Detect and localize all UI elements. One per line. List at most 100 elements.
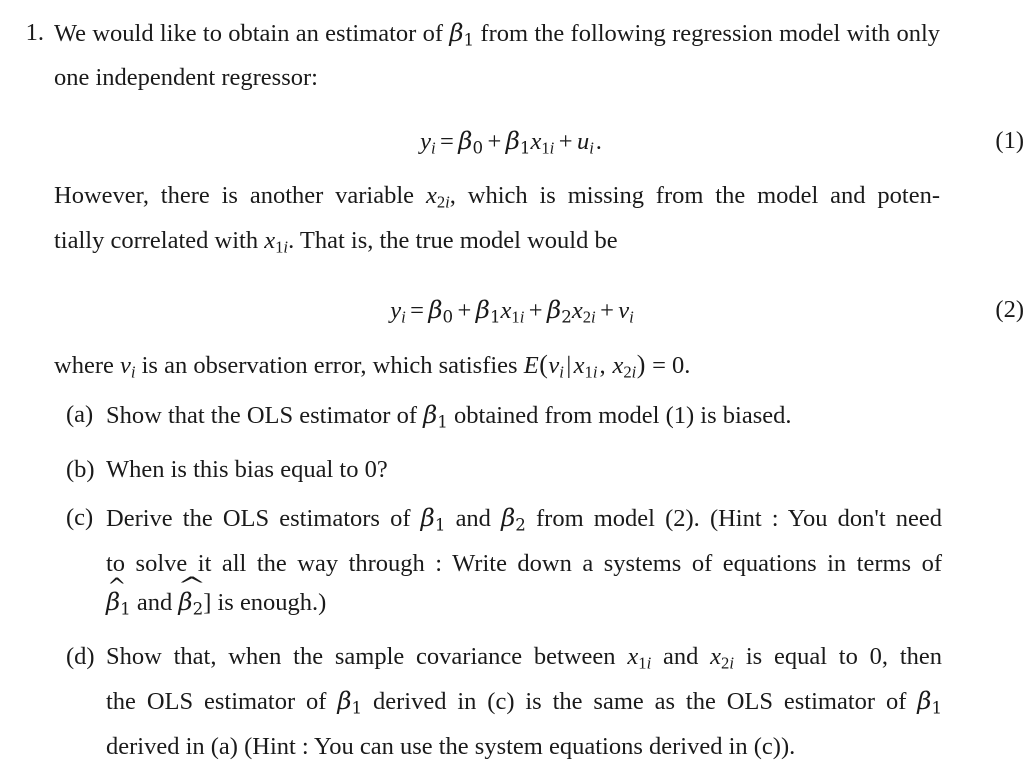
wide-hat-accent-icon: ^ (176, 573, 207, 599)
subquestion-d-line-1: Show that, when the sample covariance be… (106, 638, 942, 682)
however-text-tail: , which is missing from the model and po… (449, 182, 941, 210)
d-text-part-2: is equal to 0, then (745, 642, 943, 670)
c-beta-1: β1 (420, 503, 446, 535)
beta-1-symbol: β1 (449, 18, 475, 50)
equation-1-expression: yi = β0 + β1x1i + ui. (0, 119, 1024, 170)
equation-2-block: yi = β0 + β1x1i + β2x2i + vi (2) (0, 288, 1024, 332)
subquestion-c: (c) Derive the OLS estimators of β1 and … (0, 499, 1024, 628)
however-text: However, there is another variable (54, 182, 415, 210)
eq2-beta-2: β2 (547, 294, 572, 327)
d-text-part-1: Show that, when the sample covariance be… (106, 642, 616, 670)
problem-intro-line-1: We would like to obtain an estimator of … (54, 18, 891, 50)
cond-close-paren: ) (636, 349, 646, 379)
problem-intro-row: 1. We would like to obtain an estimator … (0, 14, 1024, 97)
a-beta-1: β1 (423, 400, 448, 432)
eq1-period: . (595, 128, 602, 156)
subquestion-d-text: Show that, when the sample covariance be… (106, 638, 942, 766)
subquestion-a: (a) Show that the OLS estimator of β1 ob… (0, 396, 1024, 441)
eq1-equals: = (440, 128, 454, 156)
x-1i-symbol-inline: x1i (264, 226, 289, 256)
subquestion-d-line-2: the OLS estimator of β1 derived in (c) i… (106, 682, 942, 727)
cond-v-i: vi (548, 351, 564, 382)
subquestion-b: (b) When is this bias equal to 0? (0, 451, 1024, 489)
tially-text-tail: . That is, the true model would be (288, 226, 618, 254)
subquestion-d-marker: (d) (66, 642, 95, 670)
eq1-y: yi (420, 128, 436, 158)
paragraph-after-eq1-line-1: However, there is another variable x2i, … (54, 177, 940, 221)
c-beta-2: β2 (501, 503, 526, 535)
c-beta-1-hat: ^ β1 (106, 573, 131, 618)
cond-open-paren: ( (539, 349, 548, 379)
eq1-u-i: ui (576, 128, 594, 158)
eq2-v-i: vi (618, 296, 634, 327)
hat-accent-icon: ^ (107, 573, 127, 600)
c-beta-2-hat: ^ β2 (176, 573, 207, 618)
eq2-x-2i: x2i (571, 296, 596, 327)
eq2-y: yi (390, 296, 406, 327)
c-text-part-1: Derive the OLS estimators of (106, 505, 411, 533)
subquestion-d: (d) Show that, when the sample covarianc… (0, 638, 1024, 766)
intro-text-part-2: from the following regression model with (480, 20, 891, 47)
subquestion-a-text: Show that the OLS estimator of β1 obtain… (106, 396, 942, 441)
paragraph-after-eq1-row: However, there is another variable x2i, … (0, 177, 1024, 266)
v-i-symbol-inline: vi (119, 351, 136, 382)
subquestion-c-line-1: Derive the OLS estimators of β1 and β2 f… (106, 499, 942, 544)
eq1-plus-1: + (487, 128, 502, 156)
eq2-plus-3: + (600, 296, 614, 324)
paragraph-after-eq1-line-2: tially correlated with x1i. That is, the… (54, 222, 940, 266)
problem-intro-text: We would like to obtain an estimator of … (54, 14, 940, 97)
subquestion-c-line-3: ^ β1 and ^ β2] is enough.) (106, 573, 942, 628)
intro-text-part-1: We would like to obtain an estimator of (54, 20, 444, 47)
problem-1: 1. We would like to obtain an estimator … (0, 14, 1024, 391)
d-text-part-4: derived in (c) is the same as the OLS es… (373, 688, 907, 716)
eq2-plus-2: + (528, 296, 543, 324)
where-text: where (54, 351, 114, 379)
subquestion-c-line-2: to solve it all the way through : Write … (106, 549, 942, 577)
d-beta-1-a: β1 (337, 686, 363, 718)
subquestion-c-marker: (c) (66, 504, 94, 532)
subquestion-c-text: Derive the OLS estimators of β1 and β2 f… (106, 499, 942, 628)
document-page: 1. We would like to obtain an estimator … (0, 0, 1024, 774)
eq2-plus-1: + (457, 296, 472, 324)
subquestion-b-text: When is this bias equal to 0? (106, 456, 388, 484)
subquestion-d-line-3: derived in (a) (Hint : You can use the s… (106, 732, 796, 760)
eq1-plus-2: + (558, 128, 573, 156)
conditional-bar: | (566, 351, 572, 379)
a-text-part-1: Show that the OLS estimator of (106, 402, 417, 429)
problem-number: 1. (25, 19, 44, 46)
eq2-equals: = (410, 296, 424, 324)
d-text-part-3: the OLS estimator of (106, 688, 327, 716)
d-x-2i: x2i (710, 642, 735, 673)
equation-2-number: (2) (995, 295, 1024, 323)
equation-1-block: yi = β0 + β1x1i + ui. (1) (0, 119, 1024, 163)
eq1-beta-0: β0 (458, 126, 484, 158)
subquestion-b-marker: (b) (66, 456, 95, 484)
cond-comma: , (599, 351, 606, 379)
eq2-beta-1: β1 (475, 294, 501, 327)
a-text-part-2: obtained from model (1) is biased. (454, 402, 792, 429)
paragraph-after-eq2-row: where vi is an observation error, which … (0, 346, 1024, 391)
d-x-1i: x1i (627, 642, 652, 673)
equation-2-expression: yi = β0 + β1x1i + β2x2i + vi (0, 288, 1024, 339)
equation-1-number: (1) (995, 127, 1024, 155)
tially-text: tially correlated with (54, 226, 259, 254)
cond-x-1i: x1i (573, 351, 598, 382)
c-text-part-3: ] is enough.) (203, 588, 327, 616)
c-and-2: and (136, 588, 173, 616)
d-beta-1-b: β1 (917, 686, 943, 718)
subquestion-list: (a) Show that the OLS estimator of β1 ob… (0, 396, 1024, 776)
expectation-operator: E (523, 351, 539, 379)
observation-error-text: is an observation error, which satisfies (141, 351, 518, 379)
eq1-x-1i: x1i (530, 128, 555, 158)
d-and-1: and (663, 642, 699, 670)
equals-zero-text: = 0. (652, 351, 691, 379)
paragraph-after-eq1: However, there is another variable x2i, … (54, 177, 940, 266)
eq2-beta-0: β0 (428, 294, 454, 327)
subquestion-a-marker: (a) (66, 401, 94, 428)
cond-x-2i: x2i (612, 351, 637, 382)
x-2i-symbol-inline: x2i (425, 182, 450, 212)
eq2-x-1i: x1i (500, 296, 525, 327)
c-and-1: and (455, 505, 491, 533)
paragraph-after-eq2: where vi is an observation error, which … (54, 346, 940, 391)
c-text-part-2: from model (2). (Hint : You don't need (536, 505, 943, 533)
